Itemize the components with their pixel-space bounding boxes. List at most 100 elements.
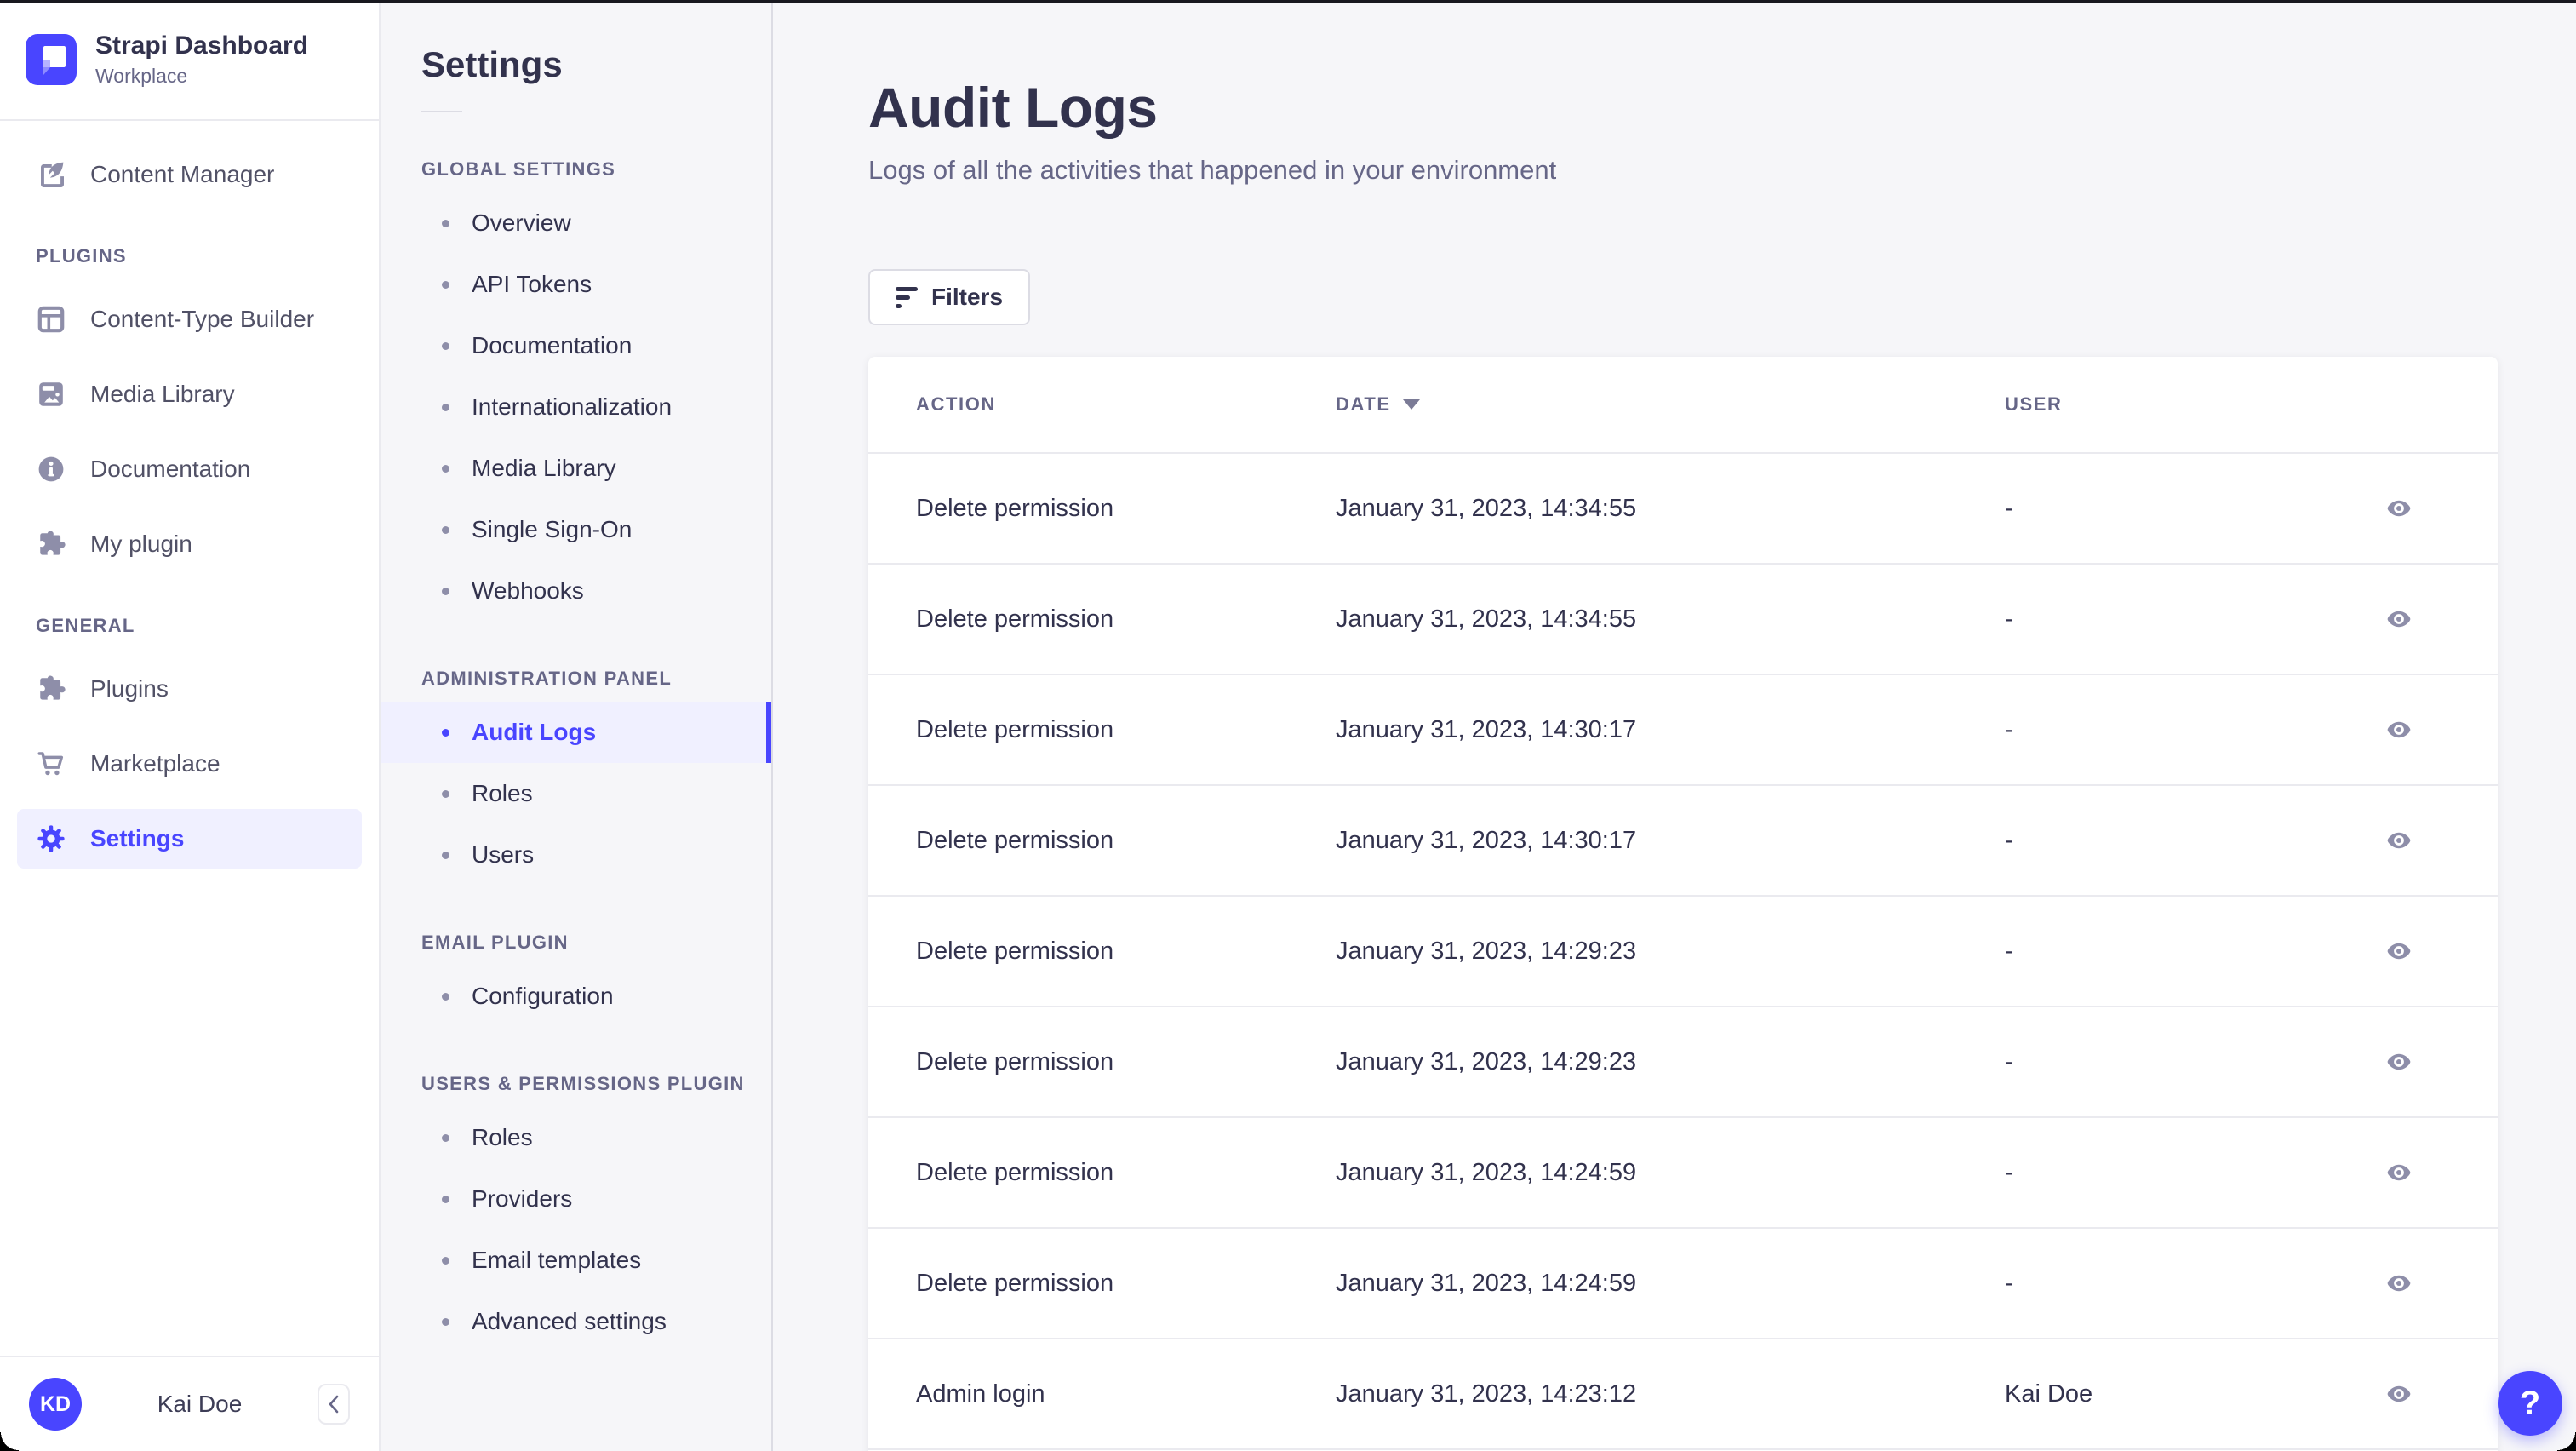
puzzle-icon bbox=[40, 531, 66, 555]
cell-date: January 31, 2023, 14:30:17 bbox=[1336, 826, 1637, 854]
sidebar-item-label: Marketplace bbox=[90, 750, 220, 777]
subnav-item-label: Configuration bbox=[472, 983, 614, 1009]
bullet-icon bbox=[442, 1195, 449, 1203]
subnav-item-configuration[interactable]: Configuration bbox=[381, 966, 771, 1027]
view-log-button[interactable] bbox=[2382, 606, 2416, 632]
subnav-item-label: Email templates bbox=[472, 1247, 642, 1273]
cell-action: Delete permission bbox=[916, 605, 1114, 633]
subnav-item-audit-logs[interactable]: Audit Logs bbox=[381, 702, 771, 763]
subnav-item-label: Advanced settings bbox=[472, 1308, 667, 1334]
bullet-icon bbox=[442, 1317, 449, 1326]
sidebar-item-marketplace[interactable]: Marketplace bbox=[17, 734, 362, 794]
view-log-button[interactable] bbox=[2382, 1381, 2416, 1407]
sidebar-item-plugins[interactable]: Plugins bbox=[17, 659, 362, 719]
table-row: Delete permission January 31, 2023, 14:2… bbox=[868, 1116, 2498, 1227]
subnav-item-label: Single Sign-On bbox=[472, 516, 633, 542]
info-circle-icon bbox=[38, 456, 64, 482]
bullet-icon bbox=[442, 219, 449, 227]
cell-action: Admin login bbox=[916, 1379, 1045, 1408]
avatar[interactable]: KD bbox=[29, 1378, 82, 1431]
cell-user: - bbox=[2005, 494, 2013, 522]
sidebar-item-content-type-builder[interactable]: Content-Type Builder bbox=[17, 290, 362, 349]
subnav-section-label: USERS & PERMISSIONS PLUGIN bbox=[421, 1073, 745, 1094]
subnav-item-internationalization[interactable]: Internationalization bbox=[381, 376, 771, 438]
screen-top-edge bbox=[0, 0, 2576, 3]
bullet-icon bbox=[442, 403, 449, 411]
subnav-item-label: Overview bbox=[472, 209, 571, 236]
cell-action: Delete permission bbox=[916, 1269, 1114, 1297]
primary-nav-list: Content Manager PLUGINS Content-Type Bui… bbox=[0, 121, 379, 1356]
subnav-item-overview[interactable]: Overview bbox=[381, 192, 771, 254]
view-log-button[interactable] bbox=[2382, 717, 2416, 743]
sidebar-item-content-manager[interactable]: Content Manager bbox=[17, 145, 362, 204]
layout-grid-icon bbox=[36, 304, 66, 335]
settings-subnav: Settings GLOBAL SETTINGS Overview API To… bbox=[381, 0, 773, 1451]
workspace-subtitle: Workplace bbox=[95, 65, 188, 87]
window-corner bbox=[2557, 1432, 2576, 1451]
collapse-sidebar-button[interactable] bbox=[318, 1384, 350, 1425]
bullet-icon bbox=[442, 280, 449, 289]
audit-logs-table: ACTION DATE USER Delete permission Janua… bbox=[868, 357, 2498, 1451]
subnav-item-admin-roles[interactable]: Roles bbox=[381, 763, 771, 824]
cell-user: - bbox=[2005, 1269, 2013, 1297]
column-header-date[interactable]: DATE bbox=[1336, 393, 1420, 416]
cell-date: January 31, 2023, 14:30:17 bbox=[1336, 715, 1637, 743]
cell-date: January 31, 2023, 14:23:12 bbox=[1336, 1379, 1637, 1408]
app-window: Strapi Dashboard Workplace Content Manag… bbox=[0, 0, 2576, 1451]
strapi-logo-icon bbox=[26, 34, 77, 85]
primary-sidebar: Strapi Dashboard Workplace Content Manag… bbox=[0, 0, 381, 1451]
bullet-icon bbox=[442, 789, 449, 798]
cell-user: - bbox=[2005, 1047, 2013, 1075]
subnav-item-providers[interactable]: Providers bbox=[381, 1168, 771, 1230]
subnav-item-webhooks[interactable]: Webhooks bbox=[381, 560, 771, 622]
subnav-item-email-templates[interactable]: Email templates bbox=[381, 1230, 771, 1291]
help-button[interactable]: ? bbox=[2498, 1371, 2562, 1436]
picture-icon bbox=[39, 382, 63, 406]
view-log-button[interactable] bbox=[2382, 828, 2416, 853]
eye-icon bbox=[2387, 500, 2411, 517]
view-log-button[interactable] bbox=[2382, 938, 2416, 964]
cell-date: January 31, 2023, 14:29:23 bbox=[1336, 937, 1637, 965]
nav-section-general: GENERAL bbox=[36, 615, 135, 636]
eye-icon bbox=[2387, 943, 2411, 960]
table-row: Delete permission January 31, 2023, 14:2… bbox=[868, 895, 2498, 1006]
sidebar-item-settings[interactable]: Settings bbox=[17, 809, 362, 869]
filters-button[interactable]: Filters bbox=[868, 269, 1031, 325]
sidebar-item-documentation[interactable]: Documentation bbox=[17, 439, 362, 499]
subnav-item-admin-users[interactable]: Users bbox=[381, 824, 771, 886]
cell-action: Delete permission bbox=[916, 1047, 1114, 1075]
subnav-section-global-settings: GLOBAL SETTINGS Overview API Tokens Docu… bbox=[381, 158, 771, 622]
bullet-icon bbox=[442, 1256, 449, 1265]
cell-user: - bbox=[2005, 1158, 2013, 1186]
subnav-item-label: Providers bbox=[472, 1185, 573, 1212]
subnav-section-label: GLOBAL SETTINGS bbox=[421, 158, 616, 180]
bullet-icon bbox=[442, 1133, 449, 1142]
view-log-button[interactable] bbox=[2382, 1160, 2416, 1185]
subnav-section-label: EMAIL PLUGIN bbox=[421, 932, 569, 953]
view-log-button[interactable] bbox=[2382, 496, 2416, 521]
subnav-item-single-sign-on[interactable]: Single Sign-On bbox=[381, 499, 771, 560]
subnav-divider bbox=[421, 111, 462, 112]
sidebar-item-label: Media Library bbox=[90, 381, 235, 407]
table-row: Delete permission January 31, 2023, 14:3… bbox=[868, 452, 2498, 563]
sidebar-item-my-plugin[interactable]: My plugin bbox=[17, 514, 362, 574]
subnav-item-label: Roles bbox=[472, 1124, 533, 1150]
view-log-button[interactable] bbox=[2382, 1049, 2416, 1075]
subnav-item-media-library[interactable]: Media Library bbox=[381, 438, 771, 499]
subnav-item-up-roles[interactable]: Roles bbox=[381, 1107, 771, 1168]
subnav-item-advanced-settings[interactable]: Advanced settings bbox=[381, 1291, 771, 1352]
column-header-date-label: DATE bbox=[1336, 393, 1391, 415]
user-profile-row[interactable]: KD Kai Doe bbox=[0, 1356, 379, 1451]
cell-action: Delete permission bbox=[916, 937, 1114, 965]
subnav-item-api-tokens[interactable]: API Tokens bbox=[381, 254, 771, 315]
subnav-section-administration-panel: ADMINISTRATION PANEL Audit Logs Roles Us… bbox=[381, 668, 771, 886]
cell-date: January 31, 2023, 14:29:23 bbox=[1336, 1047, 1637, 1075]
subnav-item-documentation[interactable]: Documentation bbox=[381, 315, 771, 376]
sidebar-item-media-library[interactable]: Media Library bbox=[17, 364, 362, 424]
cell-user: Kai Doe bbox=[2005, 1379, 2093, 1408]
view-log-button[interactable] bbox=[2382, 1270, 2416, 1296]
subnav-item-label: Media Library bbox=[472, 455, 616, 481]
subnav-item-label: Webhooks bbox=[472, 577, 584, 604]
nav-section-plugins: PLUGINS bbox=[36, 245, 127, 267]
cell-action: Delete permission bbox=[916, 715, 1114, 743]
